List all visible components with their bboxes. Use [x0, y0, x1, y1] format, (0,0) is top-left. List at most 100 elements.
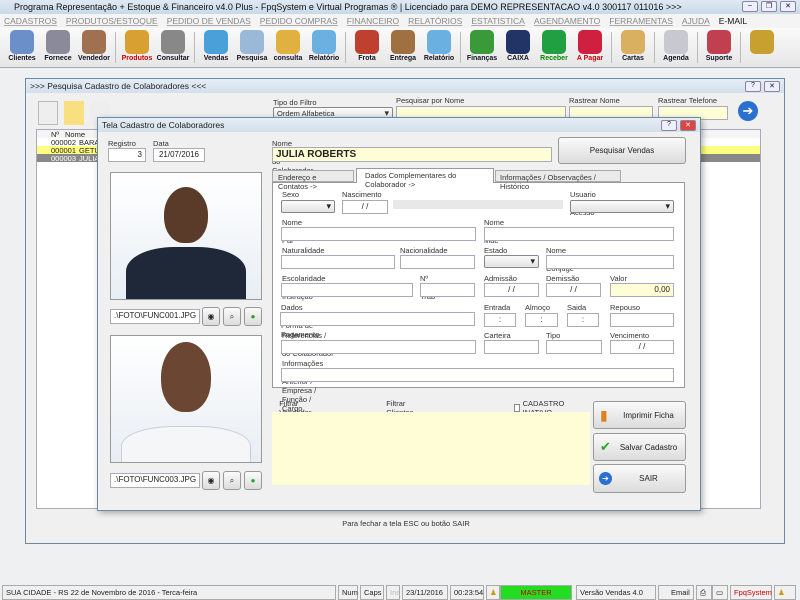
saida-label: Saida	[567, 303, 587, 312]
photo-1-path[interactable]: .\FOTO\FUNC001.JPG	[110, 309, 200, 324]
toolbar-button[interactable]: Suporte	[701, 30, 737, 65]
notes-memo[interactable]	[272, 412, 590, 485]
dialog-title: Tela Cadastro de Colaboradores	[98, 118, 700, 132]
mae-input[interactable]	[484, 227, 674, 241]
almoco-label: Almoço	[525, 303, 551, 312]
menu-item[interactable]: AJUDA	[682, 16, 710, 26]
toolbar-button[interactable]: Vendas	[198, 30, 234, 65]
registro-input[interactable]: 3	[108, 148, 146, 162]
menu-item[interactable]: ESTATISTICA	[471, 16, 525, 26]
almoco-input[interactable]: :	[525, 313, 558, 327]
bancarios-input[interactable]	[280, 312, 475, 326]
tipo-carteira-input[interactable]	[546, 340, 602, 354]
admissao-input[interactable]: / /	[484, 283, 539, 297]
webcam-icon[interactable]: ◉	[202, 471, 220, 490]
filter-type-label: Tipo do Filtro	[273, 98, 317, 107]
referencias-input[interactable]	[281, 340, 476, 354]
toolbar-button[interactable]: Agenda	[658, 30, 694, 65]
menu-item[interactable]: FERRAMENTAS	[609, 16, 673, 26]
tab-endereco[interactable]: Endereço e Contatos ->	[272, 170, 354, 191]
load-icon[interactable]: ●	[244, 307, 262, 326]
status-ins: Ins	[386, 585, 400, 600]
toolbar-button[interactable]: CAIXA	[500, 30, 536, 65]
photo-2-path[interactable]: .\FOTO\FUNC003.JPG	[110, 473, 200, 488]
close-button[interactable]: ✕	[764, 81, 780, 92]
pai-input[interactable]	[281, 227, 476, 241]
naturalidade-input[interactable]	[281, 255, 395, 269]
menu-item[interactable]: PEDIDO DE VENDAS	[167, 16, 251, 26]
load-icon[interactable]: ●	[244, 471, 262, 490]
salario-input[interactable]: 0,00	[610, 283, 674, 297]
minimize-button[interactable]: –	[742, 1, 758, 12]
salvar-cadastro-button[interactable]: ✔ Salvar Cadastro	[593, 433, 686, 461]
toolbar-button[interactable]: Relatório	[306, 30, 342, 65]
toolbar-button[interactable]: Fornece	[40, 30, 76, 65]
vencimento-label: Vencimento	[610, 331, 650, 340]
carteira-motorista-input[interactable]	[484, 340, 539, 354]
toolbar-button[interactable]: Entrega	[385, 30, 421, 65]
demissao-input[interactable]: / /	[546, 283, 601, 297]
menu-item[interactable]: E-MAIL	[719, 16, 747, 26]
user-icon: ♟	[774, 585, 796, 600]
close-button[interactable]: ✕	[680, 120, 696, 131]
maximize-button[interactable]: ❐	[761, 1, 777, 12]
toolbar-button[interactable]: consulta	[270, 30, 306, 65]
nome-input[interactable]: JULIA ROBERTS	[272, 147, 552, 162]
toolbar-button[interactable]: Clientes	[4, 30, 40, 65]
tab-dados-complementares[interactable]: Dados Complementares do Colaborador ->	[356, 168, 494, 189]
toolbar-button[interactable]: Receber	[536, 30, 572, 65]
sair-button[interactable]: ➔ SAIR	[593, 464, 686, 493]
estado-civil-select[interactable]	[484, 255, 539, 268]
saida-input[interactable]: :	[567, 313, 599, 327]
status-email[interactable]: Email	[658, 585, 694, 600]
toolbar-button[interactable]: Pesquisa	[234, 30, 270, 65]
printer-icon[interactable]: ⎙	[696, 585, 712, 600]
trabalho-anterior-input[interactable]	[281, 368, 674, 382]
checkbox-icon[interactable]	[514, 404, 520, 412]
help-button[interactable]: ?	[661, 120, 677, 131]
nacionalidade-input[interactable]	[400, 255, 475, 269]
menu-item[interactable]: AGENDAMENTO	[534, 16, 600, 26]
carteira-trab-input[interactable]	[420, 283, 475, 297]
toolbar-button[interactable]: Frota	[349, 30, 385, 65]
menu-item[interactable]: CADASTROS	[4, 16, 57, 26]
repouso-input[interactable]	[610, 313, 674, 327]
menu-item[interactable]: PRODUTOS/ESTOQUE	[66, 16, 158, 26]
toolbar-button[interactable]: Vendedor	[76, 30, 112, 65]
vencimento-input[interactable]: / /	[610, 340, 674, 354]
toolbar-button[interactable]: Consultar	[155, 30, 191, 65]
toolbar-button[interactable]: Cartas	[615, 30, 651, 65]
nascimento-input[interactable]: / /	[342, 200, 388, 214]
status-brand[interactable]: FpqSystem	[730, 585, 772, 600]
nascimento-label: Nascimento	[342, 190, 382, 199]
zoom-icon[interactable]: ⌕	[223, 307, 241, 326]
menu-item[interactable]: RELATÓRIOS	[408, 16, 462, 26]
go-arrow-icon[interactable]: ➔	[738, 101, 758, 121]
toolbar-button[interactable]: Produtos	[119, 30, 155, 65]
toolbar-button[interactable]	[744, 30, 780, 65]
webcam-icon[interactable]: ◉	[202, 307, 220, 326]
menu-item[interactable]: PEDIDO COMPRAS	[260, 16, 338, 26]
toolbar-button[interactable]: Relatório	[421, 30, 457, 65]
menu-item[interactable]: FINANCEIRO	[347, 16, 399, 26]
imprimir-ficha-button[interactable]: ▮ Imprimir Ficha	[593, 401, 686, 429]
status-version: Versão Vendas 4.0	[576, 585, 656, 600]
close-button[interactable]: ✕	[780, 1, 796, 12]
toolbar-icon	[82, 30, 106, 54]
tab-informacoes[interactable]: Informações / Observações / Histórico	[495, 170, 621, 191]
escolaridade-input[interactable]	[281, 283, 413, 297]
new-icon[interactable]	[38, 101, 58, 125]
edit-icon[interactable]	[64, 101, 84, 125]
entrada-input[interactable]: :	[484, 313, 516, 327]
toolbar-label: Entrega	[389, 55, 417, 62]
toolbar-button[interactable]: Finanças	[464, 30, 500, 65]
usuario-select[interactable]	[570, 200, 674, 213]
toolbar-button[interactable]: A Pagar	[572, 30, 608, 65]
zoom-icon[interactable]: ⌕	[223, 471, 241, 490]
data-cadastro-input[interactable]: 21/07/2016	[153, 148, 205, 162]
sexo-select[interactable]	[281, 200, 335, 213]
help-button[interactable]: ?	[745, 81, 761, 92]
conjuge-input[interactable]	[546, 255, 674, 269]
pesquisar-vendas-button[interactable]: Pesquisar Vendas	[558, 137, 686, 164]
monitor-icon[interactable]: ▭	[712, 585, 728, 600]
